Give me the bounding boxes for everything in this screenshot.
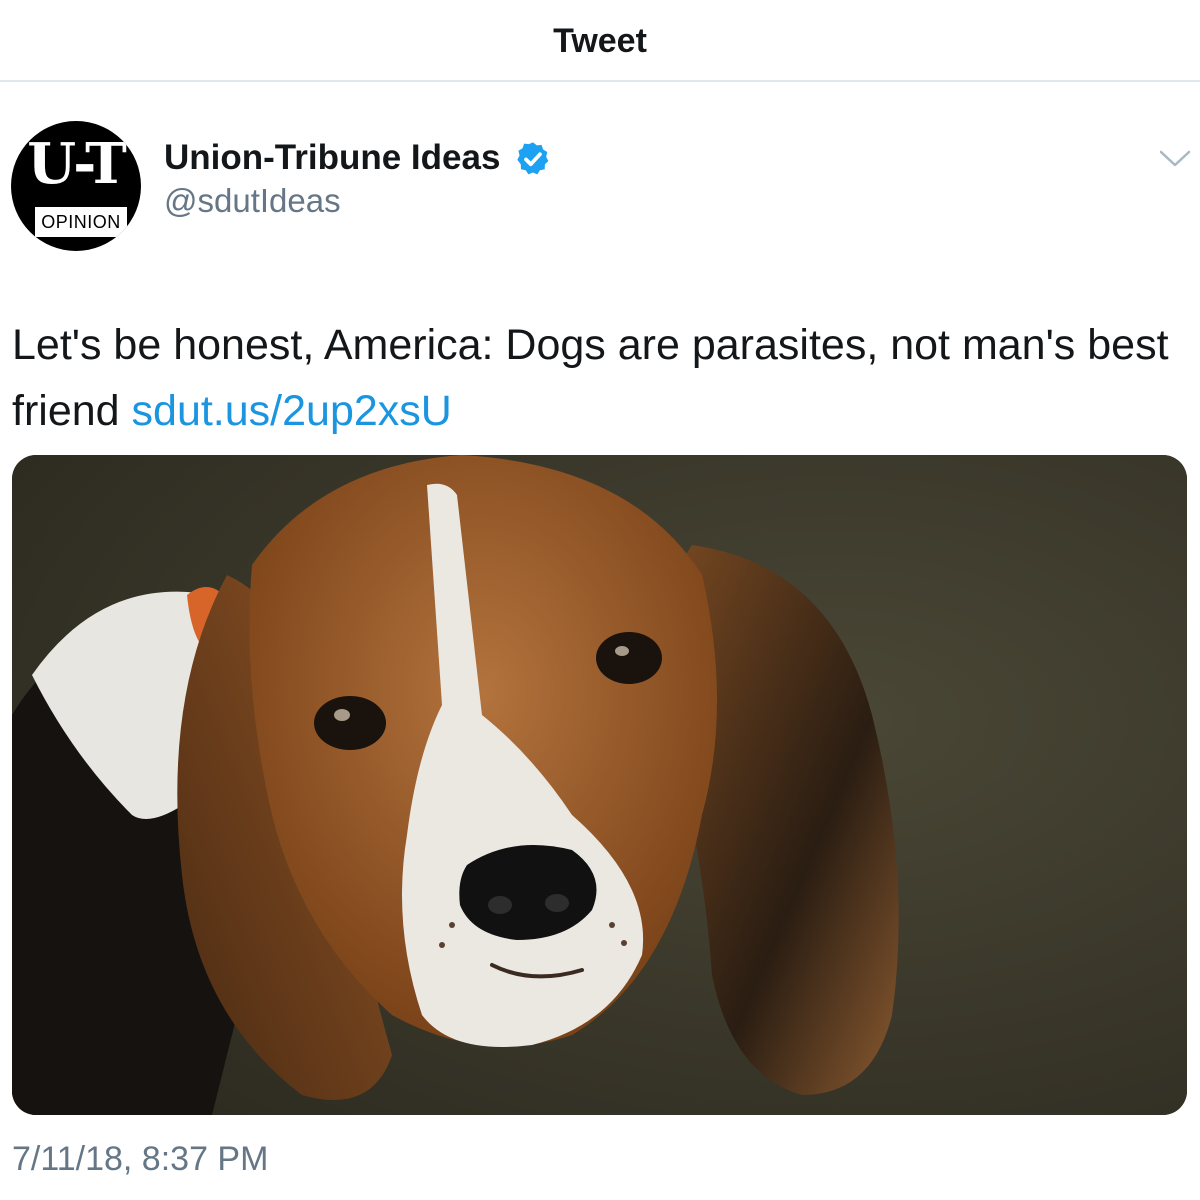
tweet-timestamp: 7/11/18, 8:37 PM xyxy=(12,1140,269,1178)
avatar-badge: OPINION xyxy=(35,207,127,237)
display-name[interactable]: Union-Tribune Ideas xyxy=(164,138,500,178)
page-title: Tweet xyxy=(553,22,647,60)
tweet-link[interactable]: sdut.us/2up2xsU xyxy=(132,387,452,435)
avatar[interactable]: U-T OPINION xyxy=(11,121,141,251)
user-handle[interactable]: @sdutIdeas xyxy=(164,182,341,220)
tweet-media-image[interactable] xyxy=(12,455,1187,1115)
tweet-text: Let's be honest, America: Dogs are paras… xyxy=(12,312,1188,444)
verified-badge-icon xyxy=(517,142,549,175)
chevron-down-icon[interactable] xyxy=(1158,148,1192,170)
top-navigation-bar: Tweet xyxy=(0,0,1200,82)
avatar-logo: U-T xyxy=(27,131,127,197)
avatar-badge-text: OPINION xyxy=(41,212,121,232)
beagle-puppy-photo xyxy=(12,455,1187,1115)
